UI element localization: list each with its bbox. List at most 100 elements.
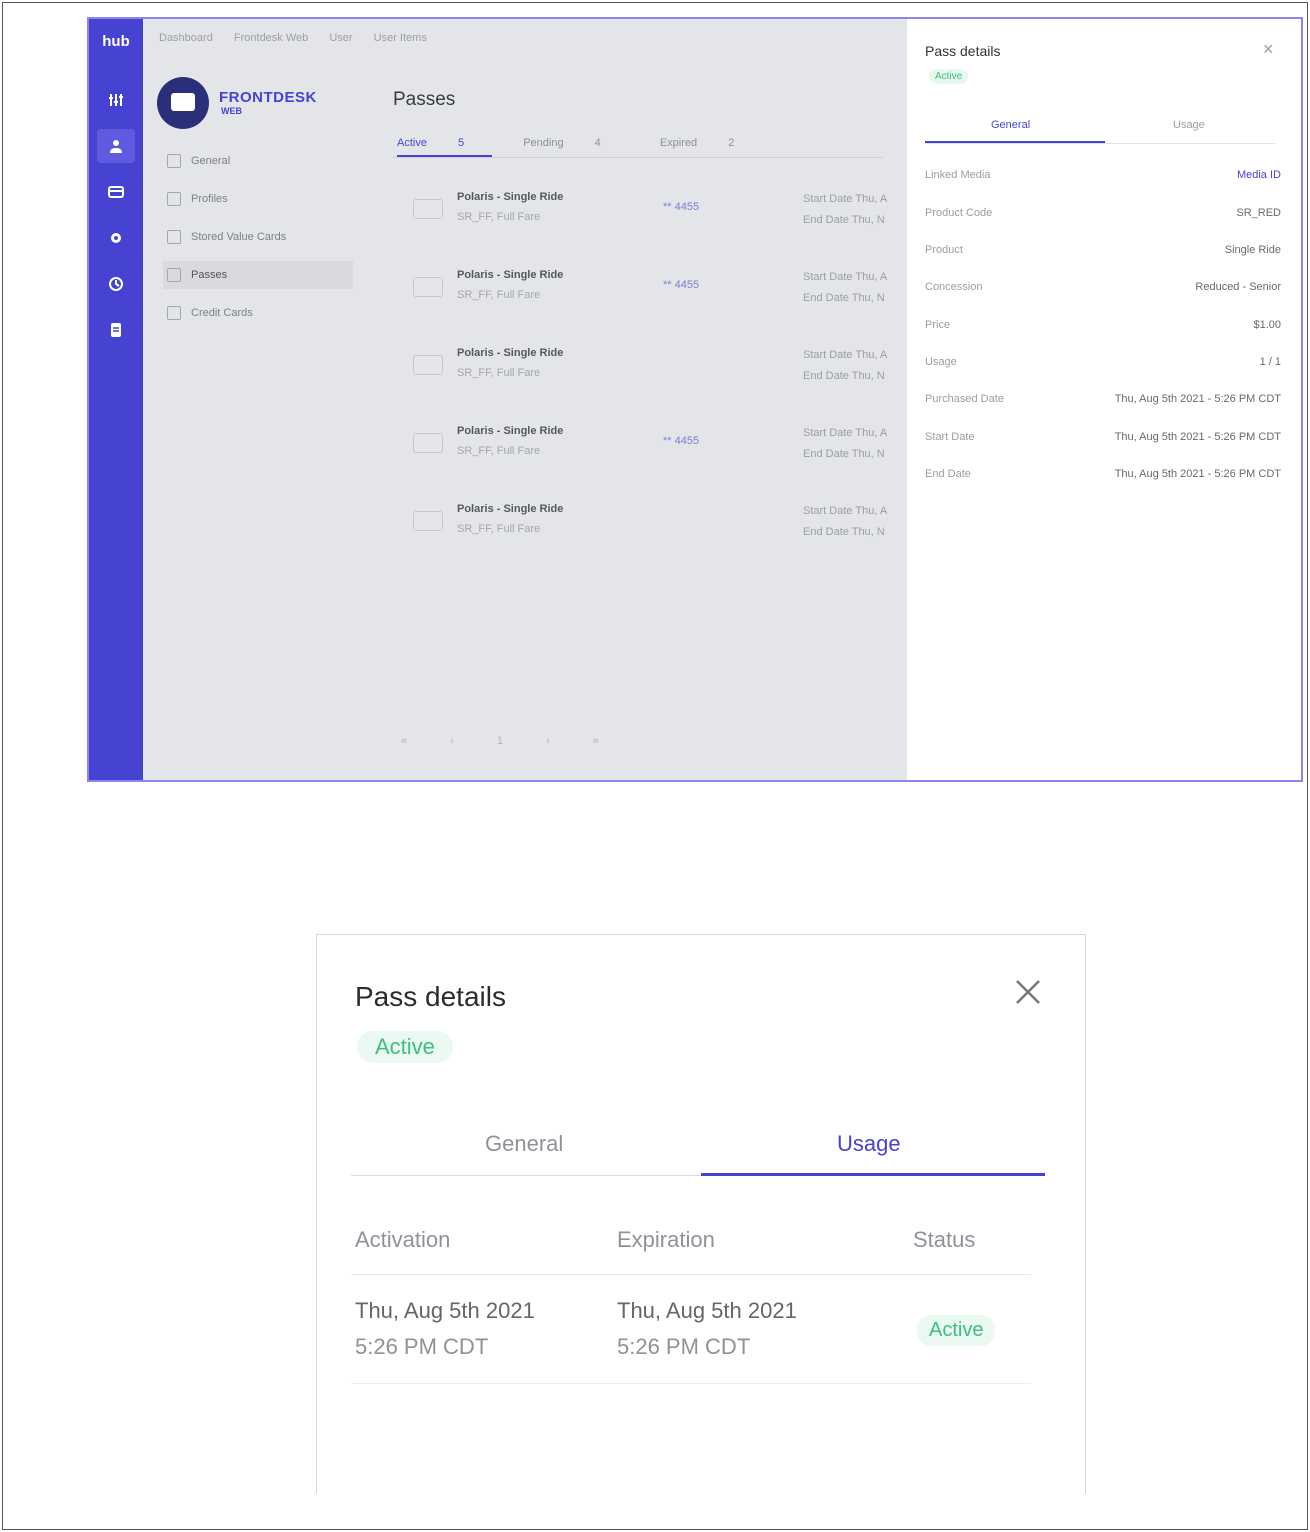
pass-media[interactable]: ** 4455 bbox=[663, 279, 699, 291]
breadcrumb-item[interactable]: Dashboard bbox=[159, 32, 213, 44]
detail-value: SR_RED bbox=[1236, 207, 1281, 219]
detail-key: Purchased Date bbox=[925, 393, 1004, 405]
pass-start: Start Date Thu, A bbox=[803, 349, 888, 361]
pass-row[interactable]: Polaris - Single Ride SR_FF, Full Fare *… bbox=[413, 187, 903, 237]
pass-start: Start Date Thu, A bbox=[803, 427, 888, 439]
info-icon bbox=[167, 154, 181, 168]
nav-item-general[interactable]: General bbox=[163, 147, 353, 175]
pass-name: Polaris - Single Ride bbox=[457, 347, 564, 359]
pass-fare: SR_FF, Full Fare bbox=[457, 289, 541, 301]
tab-usage[interactable]: Usage bbox=[837, 1131, 901, 1157]
status-badge: Active bbox=[929, 69, 969, 84]
tab-count: 5 bbox=[458, 137, 465, 149]
expiration-cell: Thu, Aug 5th 2021 5:26 PM CDT bbox=[617, 1293, 797, 1365]
tab-general[interactable]: General bbox=[485, 1131, 563, 1157]
pass-row[interactable]: Polaris - Single Ride SR_FF, Full Fare S… bbox=[413, 343, 903, 393]
pass-name: Polaris - Single Ride bbox=[457, 269, 564, 281]
pass-card-icon bbox=[413, 355, 443, 375]
tab-general[interactable]: General bbox=[991, 119, 1030, 131]
tab-label: Active bbox=[397, 137, 427, 149]
status-badge: Active bbox=[357, 1031, 453, 1063]
detail-row: Concession Reduced - Senior bbox=[925, 281, 1281, 293]
detail-row: Start Date Thu, Aug 5th 2021 - 5:26 PM CD… bbox=[925, 431, 1281, 443]
nav-item-stored-value-cards[interactable]: Stored Value Cards bbox=[163, 223, 353, 251]
pass-row[interactable]: Polaris - Single Ride SR_FF, Full Fare *… bbox=[413, 265, 903, 315]
pass-fare: SR_FF, Full Fare bbox=[457, 445, 541, 457]
detail-row: Usage 1 / 1 bbox=[925, 356, 1281, 368]
divider bbox=[351, 1383, 1031, 1384]
pass-media[interactable]: ** 4455 bbox=[663, 435, 699, 447]
pass-name: Polaris - Single Ride bbox=[457, 503, 564, 515]
activation-time: 5:26 PM CDT bbox=[355, 1334, 489, 1359]
tab-active[interactable]: Active 5 bbox=[397, 137, 493, 157]
status-badge: Active bbox=[917, 1315, 996, 1346]
sliders-icon[interactable] bbox=[97, 83, 135, 117]
pass-start: Start Date Thu, A bbox=[803, 505, 888, 517]
column-header-activation: Activation bbox=[355, 1227, 451, 1252]
nav-item-label: Profiles bbox=[191, 193, 228, 205]
pass-end: End Date Thu, N bbox=[803, 292, 885, 304]
nav-item-credit-cards[interactable]: Credit Cards bbox=[163, 299, 353, 327]
nav-item-passes[interactable]: Passes bbox=[163, 261, 353, 289]
column-header-expiration: Expiration bbox=[617, 1227, 715, 1252]
pass-media[interactable]: ** 4455 bbox=[663, 201, 699, 213]
page-title: Passes bbox=[393, 89, 456, 110]
nav-item-label: Passes bbox=[191, 269, 228, 281]
pass-card-icon bbox=[413, 277, 443, 297]
history-icon[interactable] bbox=[97, 267, 135, 301]
pass-details-usage-panel: Pass details Active General Usage Activa… bbox=[316, 934, 1086, 1494]
icon-rail: hub bbox=[89, 19, 143, 780]
close-icon[interactable] bbox=[1011, 975, 1045, 1009]
tab-count: 2 bbox=[728, 137, 735, 149]
pass-row[interactable]: Polaris - Single Ride SR_FF, Full Fare *… bbox=[413, 421, 903, 471]
brand-logo[interactable]: hub bbox=[89, 33, 143, 50]
detail-row: End Date Thu, Aug 5th 2021 - 5:26 PM CDT bbox=[925, 468, 1281, 480]
activation-cell: Thu, Aug 5th 2021 5:26 PM CDT bbox=[355, 1293, 535, 1365]
tab-label: Expired bbox=[659, 137, 698, 149]
credit-card-icon bbox=[167, 306, 181, 320]
detail-key: Price bbox=[925, 319, 951, 331]
logo-title: FRONTDESK bbox=[219, 89, 317, 106]
tab-expired[interactable]: Expired 2 bbox=[660, 137, 762, 149]
panel-title: Pass details bbox=[355, 981, 506, 1012]
detail-key: Concession bbox=[925, 281, 983, 293]
breadcrumb-item[interactable]: User bbox=[329, 32, 352, 44]
tab-usage[interactable]: Usage bbox=[1173, 119, 1205, 131]
pass-end: End Date Thu, N bbox=[803, 448, 885, 460]
breadcrumb: Dashboard Frontdesk Web User User Items bbox=[159, 32, 445, 44]
pass-fare: SR_FF, Full Fare bbox=[457, 367, 541, 379]
pass-end: End Date Thu, N bbox=[803, 370, 885, 382]
pass-icon bbox=[167, 268, 181, 282]
tab-pending[interactable]: Pending 4 bbox=[523, 137, 629, 149]
tab-count: 4 bbox=[594, 137, 601, 149]
pass-start: Start Date Thu, A bbox=[803, 271, 888, 283]
nav-item-label: Credit Cards bbox=[191, 307, 253, 319]
nav-item-label: General bbox=[191, 155, 231, 167]
detail-row: Product Single Ride bbox=[925, 244, 1281, 256]
pass-name: Polaris - Single Ride bbox=[457, 191, 564, 203]
detail-key: Product bbox=[925, 244, 963, 256]
media-id-link[interactable]: Media ID bbox=[1237, 169, 1281, 181]
nav-item-label: Stored Value Cards bbox=[191, 231, 287, 243]
pass-row[interactable]: Polaris - Single Ride SR_FF, Full Fare S… bbox=[413, 499, 903, 549]
breadcrumb-item: User Items bbox=[373, 32, 427, 44]
logo-subtitle: WEB bbox=[221, 106, 242, 116]
close-icon[interactable]: × bbox=[1263, 39, 1274, 60]
detail-value: Thu, Aug 5th 2021 - 5:26 PM CDT bbox=[1114, 431, 1281, 443]
passes-tabs: Active 5 Pending 4 Expired 2 bbox=[397, 137, 790, 157]
detail-key: End Date bbox=[925, 468, 971, 480]
pass-fare: SR_FF, Full Fare bbox=[457, 211, 541, 223]
pagination[interactable]: « ‹ 1 › » bbox=[401, 735, 619, 747]
user-icon[interactable] bbox=[97, 129, 135, 163]
document-icon[interactable] bbox=[97, 313, 135, 347]
pass-fare: SR_FF, Full Fare bbox=[457, 523, 541, 535]
activation-date: Thu, Aug 5th 2021 bbox=[355, 1298, 535, 1323]
card-icon[interactable] bbox=[97, 175, 135, 209]
nav-item-profiles[interactable]: Profiles bbox=[163, 185, 353, 213]
pass-details-drawer: Pass details Active × General Usage Link… bbox=[907, 19, 1301, 780]
detail-key: Start Date bbox=[925, 431, 975, 443]
pass-name: Polaris - Single Ride bbox=[457, 425, 564, 437]
gear-icon[interactable] bbox=[97, 221, 135, 255]
breadcrumb-item[interactable]: Frontdesk Web bbox=[234, 32, 308, 44]
profile-icon bbox=[167, 192, 181, 206]
